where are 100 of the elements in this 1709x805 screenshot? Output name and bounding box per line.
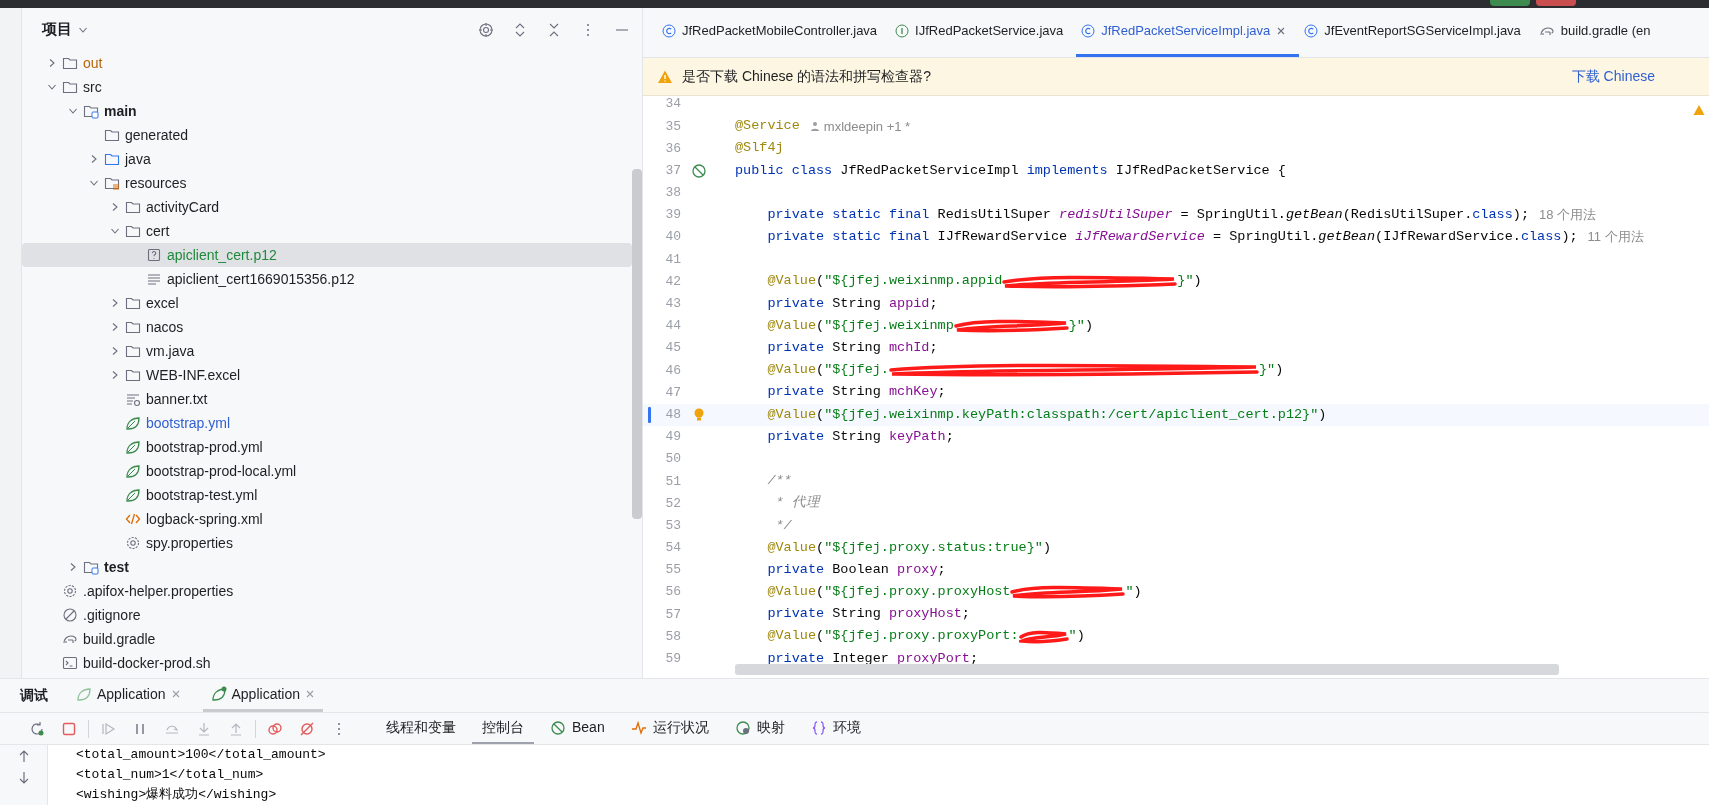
code-text: @Value("${jfej.proxy.proxyPort:	[766, 627, 1019, 646]
line-number: 42	[664, 272, 681, 291]
mute-breakpoints-icon[interactable]	[299, 720, 315, 737]
code-text: @Slf4j	[735, 139, 784, 158]
tree-item[interactable]: bootstrap-prod.yml	[22, 435, 632, 459]
code-text: }")	[1177, 272, 1202, 291]
tree-item[interactable]: bootstrap-prod-local.yml	[22, 459, 632, 483]
tree-item[interactable]: generated	[22, 123, 632, 147]
code-text: @Value("${jfej.weixinmp.keyPath:classpath:/cert/apiclient_cert.p12}")	[766, 405, 1327, 424]
text-file-icon	[125, 391, 141, 407]
tree-item[interactable]: bootstrap.yml	[22, 411, 632, 435]
interface-icon	[895, 24, 910, 38]
code-tag-icon	[125, 511, 141, 527]
warning-icon	[1693, 104, 1705, 116]
folder-icon	[125, 319, 141, 335]
code-text: @Value("${jfej.proxy.proxyHost	[766, 583, 1011, 602]
line-number: 38	[664, 184, 681, 203]
tree-item[interactable]: excel	[22, 291, 632, 315]
code-text: private Integer proxyPort;	[766, 649, 979, 664]
folder-icon	[83, 559, 99, 575]
editor-tab[interactable]: build.gradle (en	[1533, 8, 1664, 57]
line-number: 43	[664, 295, 681, 314]
step-into-icon[interactable]	[196, 720, 212, 737]
console-line: <total_amount>100</total_amount>	[76, 746, 327, 765]
debug-tab[interactable]: 线程和变量	[376, 713, 466, 744]
line-number: 54	[664, 539, 681, 558]
tree-item[interactable]: banner.txt	[22, 387, 632, 411]
line-number: 55	[664, 561, 681, 580]
tree-item[interactable]: cert	[22, 219, 632, 243]
gear-icon	[62, 583, 78, 599]
usages-hint[interactable]: 11 个用法	[1587, 227, 1644, 247]
leaf-icon	[125, 439, 141, 455]
no-entry-icon[interactable]	[691, 162, 707, 179]
tree-item[interactable]: build-docker-prod.sh	[22, 651, 632, 675]
panel-title[interactable]: 项目	[42, 18, 72, 41]
debug-tab[interactable]: 映射	[724, 713, 795, 744]
tree-item[interactable]: src	[22, 75, 632, 99]
line-number: 46	[664, 361, 681, 380]
tree-item[interactable]: bootstrap-test.yml	[22, 483, 632, 507]
tree-item[interactable]: build.gradle	[22, 627, 632, 651]
code-text: private String proxyHost;	[766, 605, 970, 624]
rerun-icon[interactable]	[29, 720, 45, 737]
close-icon[interactable]	[170, 689, 181, 699]
code-text: public class JfRedPacketServiceImpl implements IJfRedPacketService {	[735, 161, 1286, 180]
code-text: ")	[1125, 583, 1142, 602]
tree-item[interactable]: test	[22, 555, 632, 579]
download-link[interactable]: 下载 Chinese	[1571, 66, 1655, 87]
tree-item[interactable]: activityCard	[22, 195, 632, 219]
code-text: private String appid;	[766, 294, 938, 313]
tree-item[interactable]: logback-spring.xml	[22, 507, 632, 531]
line-number: 40	[664, 228, 681, 247]
class-icon	[662, 24, 676, 38]
tree-item[interactable]: resources	[22, 171, 632, 195]
line-number: 49	[664, 428, 681, 447]
line-number: 59	[664, 650, 681, 664]
tree-item[interactable]: vm.java	[22, 339, 632, 363]
tree-item[interactable]: main	[22, 99, 632, 123]
tree-item[interactable]: spy.properties	[22, 531, 632, 555]
window-button-edge[interactable]	[1490, 0, 1530, 6]
code-text: private String mchKey;	[766, 383, 946, 402]
locate-icon[interactable]	[478, 21, 494, 38]
debug-tab[interactable]: Bean	[540, 713, 615, 744]
code-text: @Value("${jfej.weixinmp	[766, 316, 954, 335]
session-tab[interactable]: Application	[68, 679, 189, 712]
scrollbar-thumb[interactable]	[735, 664, 1559, 675]
debug-tab[interactable]: 环境	[800, 713, 871, 744]
folder-icon	[62, 79, 78, 95]
scrollbar-thumb[interactable]	[632, 169, 642, 519]
folder-icon	[83, 103, 99, 119]
editor-tab[interactable]: JfRedPacketMobileController.java	[657, 8, 891, 57]
usages-hint[interactable]: 18 个用法	[1539, 205, 1597, 225]
line-number: 48	[664, 405, 681, 424]
code-text: */	[774, 516, 792, 535]
code-text: private String mchId;	[766, 339, 938, 358]
session-tab[interactable]: Application	[202, 679, 323, 712]
tree-item[interactable]: .apifox-helper.properties	[22, 579, 632, 603]
tree-item[interactable]: apiclient_cert1669015356.p12	[22, 267, 632, 291]
leaf-icon	[125, 415, 141, 431]
tree-item[interactable]: java	[22, 147, 632, 171]
line-number: 45	[664, 339, 681, 358]
stop-icon[interactable]	[61, 720, 77, 737]
current-line-marker	[648, 406, 651, 423]
editor-tab[interactable]: JfEventReportSGServiceImpl.java	[1299, 8, 1534, 57]
editor-tab[interactable]: IJfRedPacketService.java	[890, 8, 1077, 57]
line-number: 50	[664, 450, 681, 469]
breakpoints-icon[interactable]	[267, 720, 283, 737]
window-button-edge[interactable]	[1536, 0, 1576, 6]
close-icon[interactable]	[1276, 26, 1287, 36]
line-number: 36	[664, 139, 681, 158]
tree-item[interactable]: .gitignore	[22, 603, 632, 627]
code-text: /**	[766, 472, 792, 491]
notification-message: 是否下载 Chinese 的语法和拼写检查器?	[682, 67, 931, 86]
code-text: * 代理	[774, 494, 820, 513]
debug-tab[interactable]: 运行状况	[620, 713, 719, 744]
folder-icon	[104, 127, 120, 143]
close-icon[interactable]	[305, 689, 315, 699]
leaf-icon	[210, 686, 227, 702]
tree-item[interactable]: nacos	[22, 315, 632, 339]
tree-item[interactable]: WEB-INF.excel	[22, 363, 632, 387]
tree-item[interactable]: out	[22, 51, 632, 75]
